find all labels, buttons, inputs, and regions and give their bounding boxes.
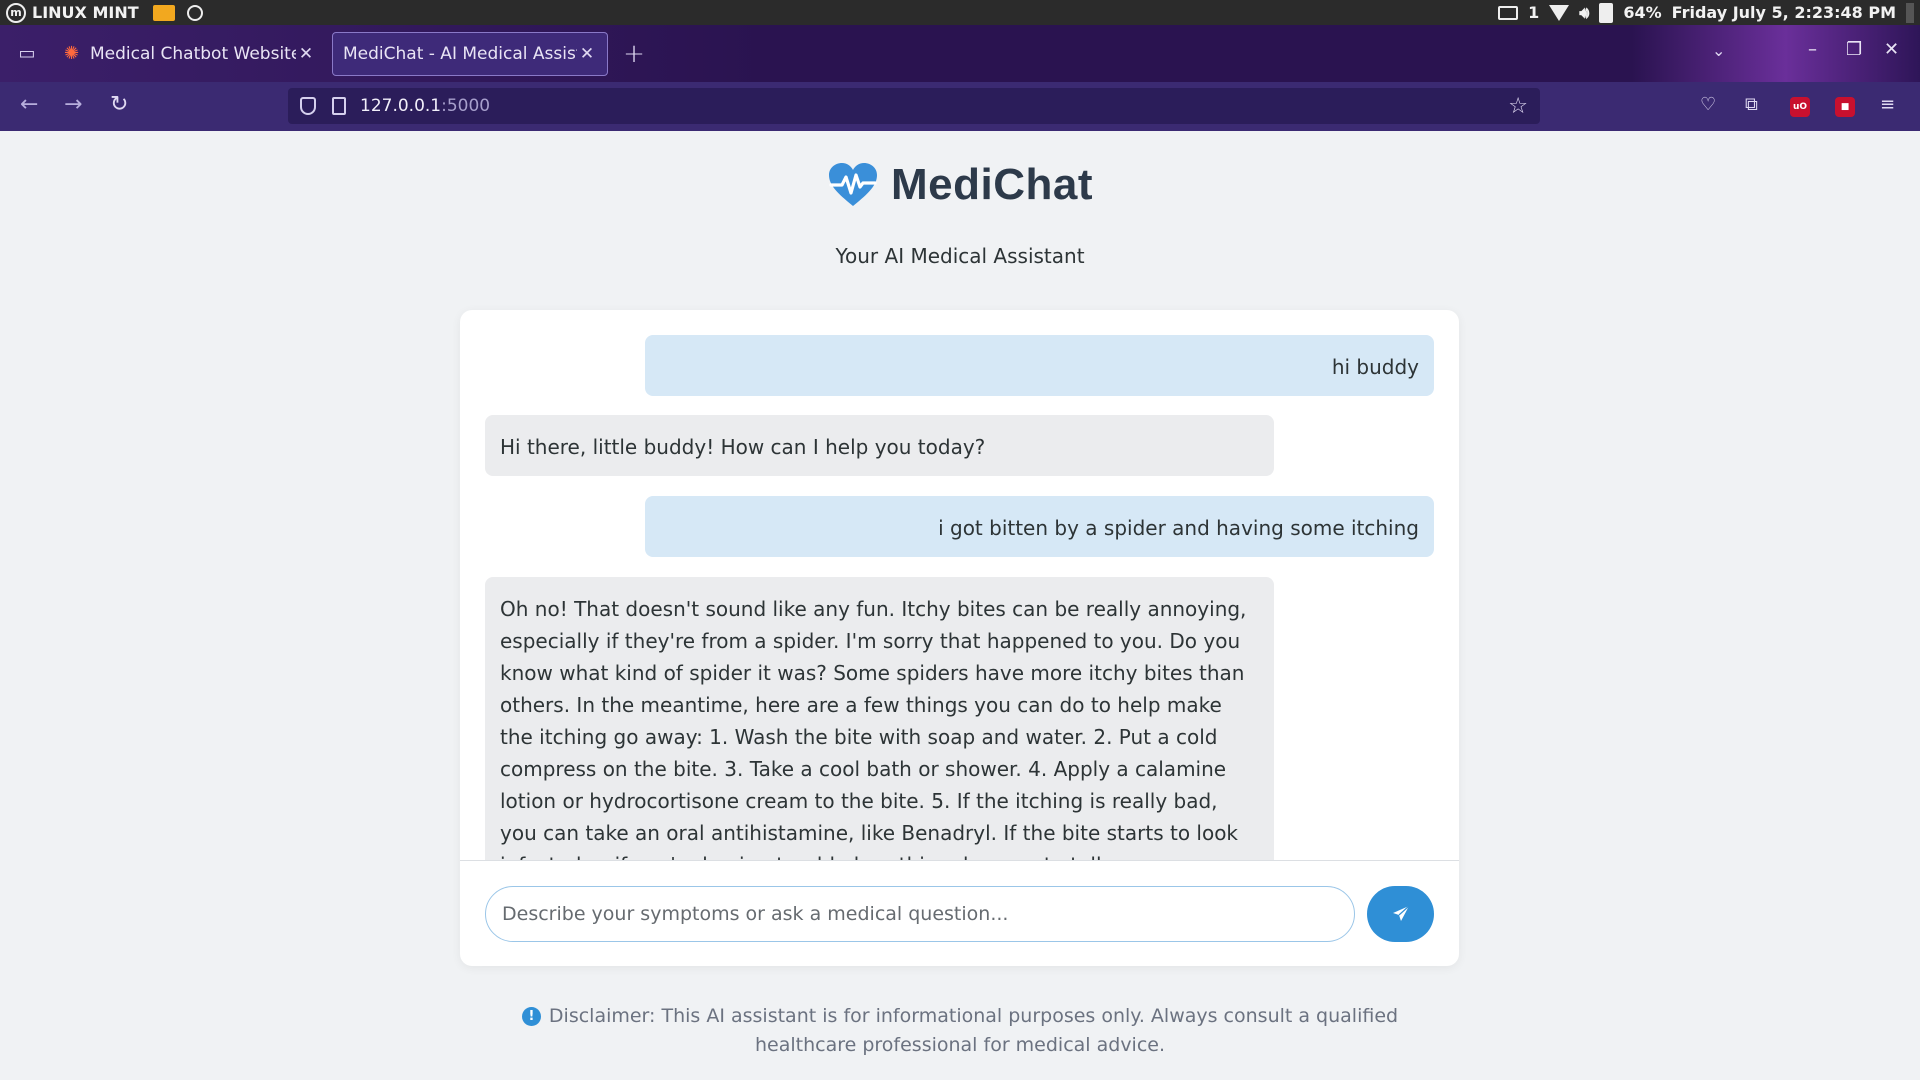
bot-message: Oh no! That doesn't sound like any fun. …: [485, 577, 1274, 860]
brand: MediChat: [827, 160, 1093, 210]
close-window-icon[interactable]: ✕: [1884, 39, 1899, 60]
forward-arrow-icon[interactable]: →: [64, 92, 82, 117]
back-arrow-icon[interactable]: ←: [20, 92, 38, 117]
tab-overview-icon[interactable]: ▭: [0, 25, 54, 82]
folder-icon[interactable]: [152, 4, 175, 21]
address-bar[interactable]: 127.0.0.1 :5000 ☆: [288, 88, 1540, 124]
tracking-shield-icon[interactable]: [300, 97, 316, 115]
system-clock[interactable]: Friday July 5, 2:23:48 PM: [1672, 3, 1896, 22]
heartbeat-logo-icon: [829, 163, 877, 206]
app-tagline: Your AI Medical Assistant: [835, 244, 1085, 268]
bot-message: Hi there, little buddy! How can I help y…: [485, 415, 1274, 476]
reload-icon[interactable]: ↻: [110, 92, 128, 117]
disclaimer: ! Disclaimer: This AI assistant is for in…: [480, 1002, 1440, 1060]
send-button[interactable]: [1367, 886, 1434, 942]
divider: [460, 860, 1459, 861]
disclaimer-text: Disclaimer: This AI assistant is for inf…: [548, 1005, 1399, 1056]
tab-medichat[interactable]: MediChat - AI Medical Assista ✕: [332, 31, 608, 76]
tab-title: Medical Chatbot Website [: [90, 43, 296, 64]
tab-medical-chatbot-website[interactable]: ✺ Medical Chatbot Website [ ✕: [54, 32, 326, 76]
info-icon: !: [521, 1007, 541, 1026]
privacy-extension-icon[interactable]: ■: [1835, 97, 1855, 117]
url-port: :5000: [441, 96, 491, 116]
paper-plane-icon: [1392, 905, 1409, 921]
tab-title: MediChat - AI Medical Assista: [343, 43, 577, 64]
history-icon[interactable]: [186, 4, 203, 21]
app-menu-icon[interactable]: ≡: [1880, 94, 1895, 115]
pocket-icon[interactable]: ♡: [1700, 94, 1716, 115]
bookmark-star-icon[interactable]: ☆: [1508, 94, 1528, 119]
wifi-icon[interactable]: [1549, 4, 1570, 21]
browser-tab-bar: ▭ ✺ Medical Chatbot Website [ ✕ MediChat…: [0, 25, 1920, 82]
browser-nav-bar: ← → ↻ 127.0.0.1 :5000 ☆ ♡ ⧉ uO ■ ≡: [0, 82, 1920, 131]
user-message: hi buddy: [645, 335, 1434, 396]
chat-messages[interactable]: hi buddy Hi there, little buddy! How can…: [460, 310, 1459, 860]
battery-percent: 64%: [1623, 3, 1662, 22]
url-host: 127.0.0.1: [360, 96, 442, 116]
close-tab-icon[interactable]: ✕: [296, 44, 316, 64]
volume-icon[interactable]: 🔊︎: [1579, 3, 1589, 23]
chat-input-row: [485, 886, 1434, 942]
chat-container: hi buddy Hi there, little buddy! How can…: [460, 310, 1459, 966]
system-top-bar: m LINUX MINT 1 🔊︎ 64% Friday July 5, 2:2…: [0, 0, 1920, 25]
battery-icon[interactable]: [1599, 2, 1614, 23]
extensions-puzzle-icon[interactable]: ⧉: [1745, 94, 1758, 115]
os-menu-label[interactable]: LINUX MINT: [32, 3, 139, 22]
new-tab-icon[interactable]: +: [614, 39, 654, 69]
app-title: MediChat: [891, 160, 1093, 209]
chat-input[interactable]: [485, 886, 1355, 942]
page-info-icon[interactable]: [332, 97, 346, 115]
app-header: MediChat: [0, 160, 1920, 212]
spark-favicon-icon: ✺: [64, 42, 80, 64]
minimize-icon[interactable]: –: [1808, 39, 1817, 60]
restore-icon[interactable]: ❐: [1846, 39, 1862, 60]
printer-count: 1: [1528, 3, 1540, 22]
panel-edge: [1906, 2, 1914, 23]
printer-icon[interactable]: [1498, 5, 1519, 20]
linux-mint-logo-icon[interactable]: m: [6, 2, 26, 23]
list-tabs-chevron-icon[interactable]: ⌄: [1712, 41, 1725, 60]
close-tab-icon[interactable]: ✕: [577, 44, 597, 64]
ublock-origin-icon[interactable]: uO: [1790, 97, 1810, 117]
user-message: i got bitten by a spider and having some…: [645, 496, 1434, 557]
